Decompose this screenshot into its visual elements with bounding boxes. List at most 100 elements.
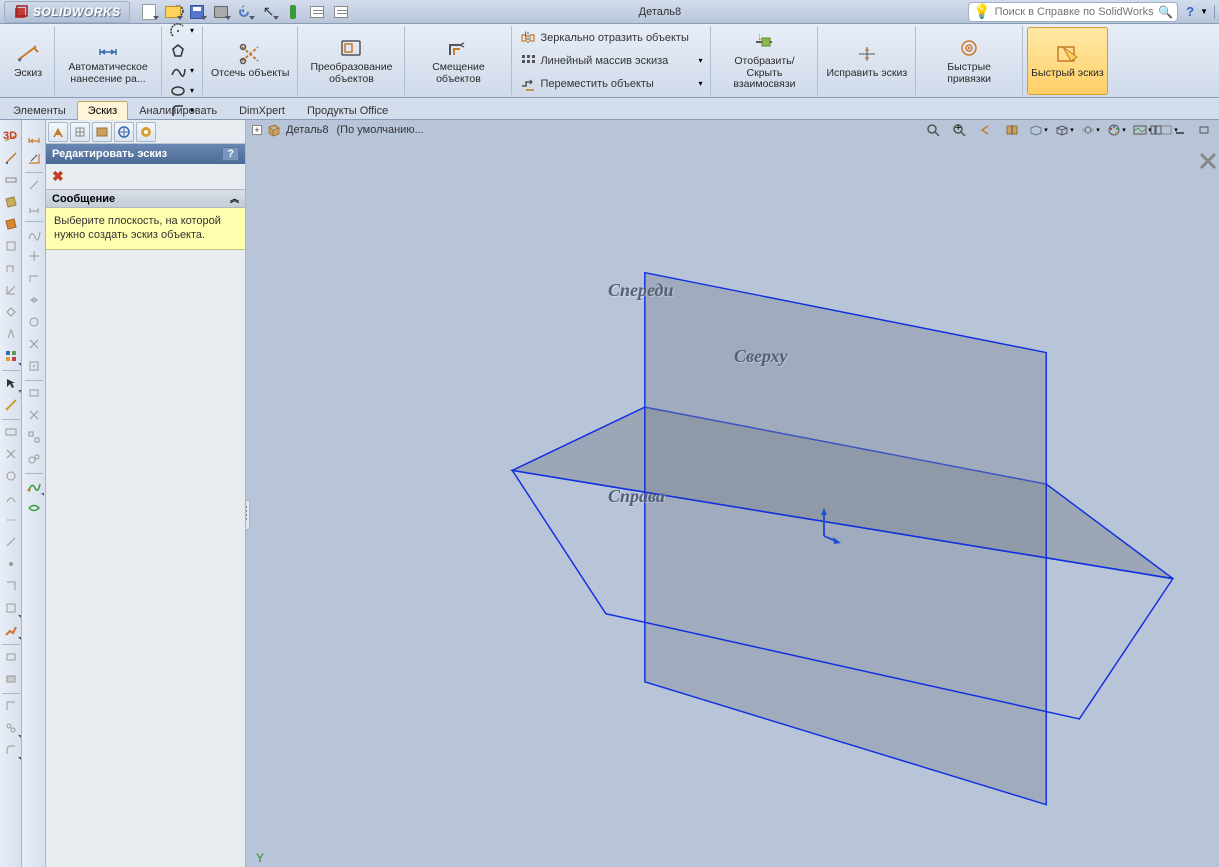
tab-office[interactable]: Продукты Office	[296, 101, 399, 120]
tool-gray-14[interactable]	[1, 598, 21, 618]
tool-green-spline[interactable]	[24, 476, 44, 496]
display-style-button[interactable]: ▾	[1053, 120, 1075, 140]
section-view-button[interactable]	[1001, 120, 1023, 140]
tool-g-1[interactable]	[24, 268, 44, 288]
3d-scene[interactable]: Спереди Сверху Справа	[246, 146, 1219, 867]
zoom-area-button[interactable]: +	[949, 120, 971, 140]
tab-features[interactable]: Элементы	[2, 101, 77, 120]
tool-gold-1[interactable]	[1, 395, 21, 415]
tool-gray-19[interactable]	[1, 740, 21, 760]
sketch-button[interactable]: Эскиз	[6, 27, 50, 95]
spline-tool-2[interactable]	[24, 224, 44, 244]
help-icon[interactable]: ?	[1186, 4, 1194, 19]
tool-g-4[interactable]	[24, 356, 44, 376]
arc-tool[interactable]: ▾	[168, 21, 196, 41]
origin-marker[interactable]	[814, 506, 844, 546]
tool-g-6[interactable]	[24, 405, 44, 425]
cancel-icon[interactable]: ✖	[52, 168, 64, 184]
view-orientation-button[interactable]: ▾	[1027, 120, 1049, 140]
tool-g-2[interactable]	[24, 290, 44, 310]
dimension-tool-1[interactable]	[24, 126, 44, 146]
repair-button[interactable]: Исправить эскиз	[822, 27, 911, 95]
fm-tab-2[interactable]	[70, 122, 90, 142]
new-button[interactable]	[138, 2, 160, 22]
hide-show-button[interactable]: ▾	[1079, 120, 1101, 140]
tool-g-3[interactable]	[24, 334, 44, 354]
tool-gray-9[interactable]	[1, 488, 21, 508]
tab-dimxpert[interactable]: DimXpert	[228, 101, 296, 120]
tab-sketch[interactable]: Эскиз	[77, 101, 128, 120]
ellipse-tool[interactable]: ▾	[168, 81, 196, 101]
line-tool-2[interactable]	[24, 175, 44, 195]
dimension-tool-2[interactable]	[24, 148, 44, 168]
3d-sketch-tool[interactable]: 3D	[1, 126, 21, 146]
tool-orange-1[interactable]	[1, 620, 21, 640]
tool-gray-6[interactable]	[1, 422, 21, 442]
tab-evaluate[interactable]: Анализировать	[128, 101, 228, 120]
tool-gray-8[interactable]	[1, 466, 21, 486]
tool-gray-11[interactable]	[1, 532, 21, 552]
fm-tab-5[interactable]	[136, 122, 156, 142]
tool-gray-13[interactable]	[1, 576, 21, 596]
mirror-button[interactable]: !Зеркально отразить объекты	[518, 28, 704, 48]
appearance-button[interactable]: ▾	[1105, 120, 1127, 140]
minimize-window-button[interactable]	[1169, 120, 1191, 140]
circle-tool-2[interactable]	[24, 312, 44, 332]
tool-gray-1[interactable]	[1, 236, 21, 256]
tool-g-5[interactable]	[24, 383, 44, 403]
move-button[interactable]: Переместить объекты▾	[518, 74, 704, 94]
measure-tool[interactable]	[1, 170, 21, 190]
logo[interactable]: SOLIDWORKS	[4, 1, 130, 23]
polygon-tool[interactable]	[168, 41, 196, 61]
dim-tool-gray[interactable]	[24, 197, 44, 217]
spline-tool[interactable]: ▾	[168, 61, 196, 81]
tool-gray-7[interactable]	[1, 444, 21, 464]
tool-gray-3[interactable]	[1, 280, 21, 300]
tool-cursor[interactable]	[1, 373, 21, 393]
options-button[interactable]	[306, 2, 328, 22]
splitter-handle[interactable]	[246, 500, 250, 530]
properties-button[interactable]	[330, 2, 352, 22]
viewport[interactable]: + Деталь8 (По умолчанию... + ▾ ▾ ▾ ▾ ▾ ▾	[246, 120, 1219, 867]
search-input[interactable]	[995, 6, 1155, 18]
open-button[interactable]	[162, 2, 184, 22]
collapse-icon[interactable]: ︽	[230, 192, 239, 205]
help-button-panel[interactable]: ?	[222, 147, 239, 161]
undo-button[interactable]	[234, 2, 256, 22]
tool-gray-15[interactable]	[1, 647, 21, 667]
prev-view-button[interactable]	[975, 120, 997, 140]
rapid-sketch-button[interactable]: Быстрый эскиз	[1027, 27, 1108, 95]
fm-tab-3[interactable]	[92, 122, 112, 142]
show-hide-button[interactable]: ↓ Отобразить/Скрыть взаимосвязи	[715, 27, 813, 95]
tool-gray-5[interactable]	[1, 324, 21, 344]
convert-button[interactable]: Преобразование объектов	[302, 27, 400, 95]
surface-tool-2[interactable]	[1, 214, 21, 234]
tool-gray-2[interactable]	[1, 258, 21, 278]
tool-gray-12[interactable]	[1, 554, 21, 574]
help-dropdown-icon[interactable]: ▼	[1200, 7, 1208, 16]
tool-gray-16[interactable]	[1, 669, 21, 689]
restore-window-button[interactable]	[1193, 120, 1215, 140]
help-search[interactable]: 💡 🔍	[968, 2, 1178, 22]
tool-g-8[interactable]	[24, 449, 44, 469]
tool-gray-18[interactable]	[1, 718, 21, 738]
tool-palette-1[interactable]	[1, 346, 21, 366]
smart-dimension-button[interactable]: Автоматическое нанесение ра...	[59, 27, 157, 95]
point-tool-2[interactable]	[24, 246, 44, 266]
tool-gray-17[interactable]	[1, 696, 21, 716]
surface-tool-1[interactable]	[1, 192, 21, 212]
sketch-tool-1[interactable]	[1, 148, 21, 168]
expand-fm-button[interactable]	[1145, 120, 1167, 140]
tool-green-1[interactable]	[24, 498, 44, 518]
tool-g-7[interactable]	[24, 427, 44, 447]
print-button[interactable]	[210, 2, 232, 22]
trim-button[interactable]: Отсечь объекты	[207, 27, 293, 95]
linear-pattern-button[interactable]: Линейный массив эскиза▾	[518, 51, 704, 71]
select-button[interactable]: ↖	[258, 2, 280, 22]
quick-snaps-button[interactable]: Быстрые привязки	[920, 27, 1018, 95]
fm-tab-1[interactable]	[48, 122, 68, 142]
tool-gray-10[interactable]	[1, 510, 21, 530]
message-header[interactable]: Сообщение ︽	[46, 189, 245, 208]
offset-button[interactable]: Смещение объектов	[409, 27, 507, 95]
tool-gray-4[interactable]	[1, 302, 21, 322]
